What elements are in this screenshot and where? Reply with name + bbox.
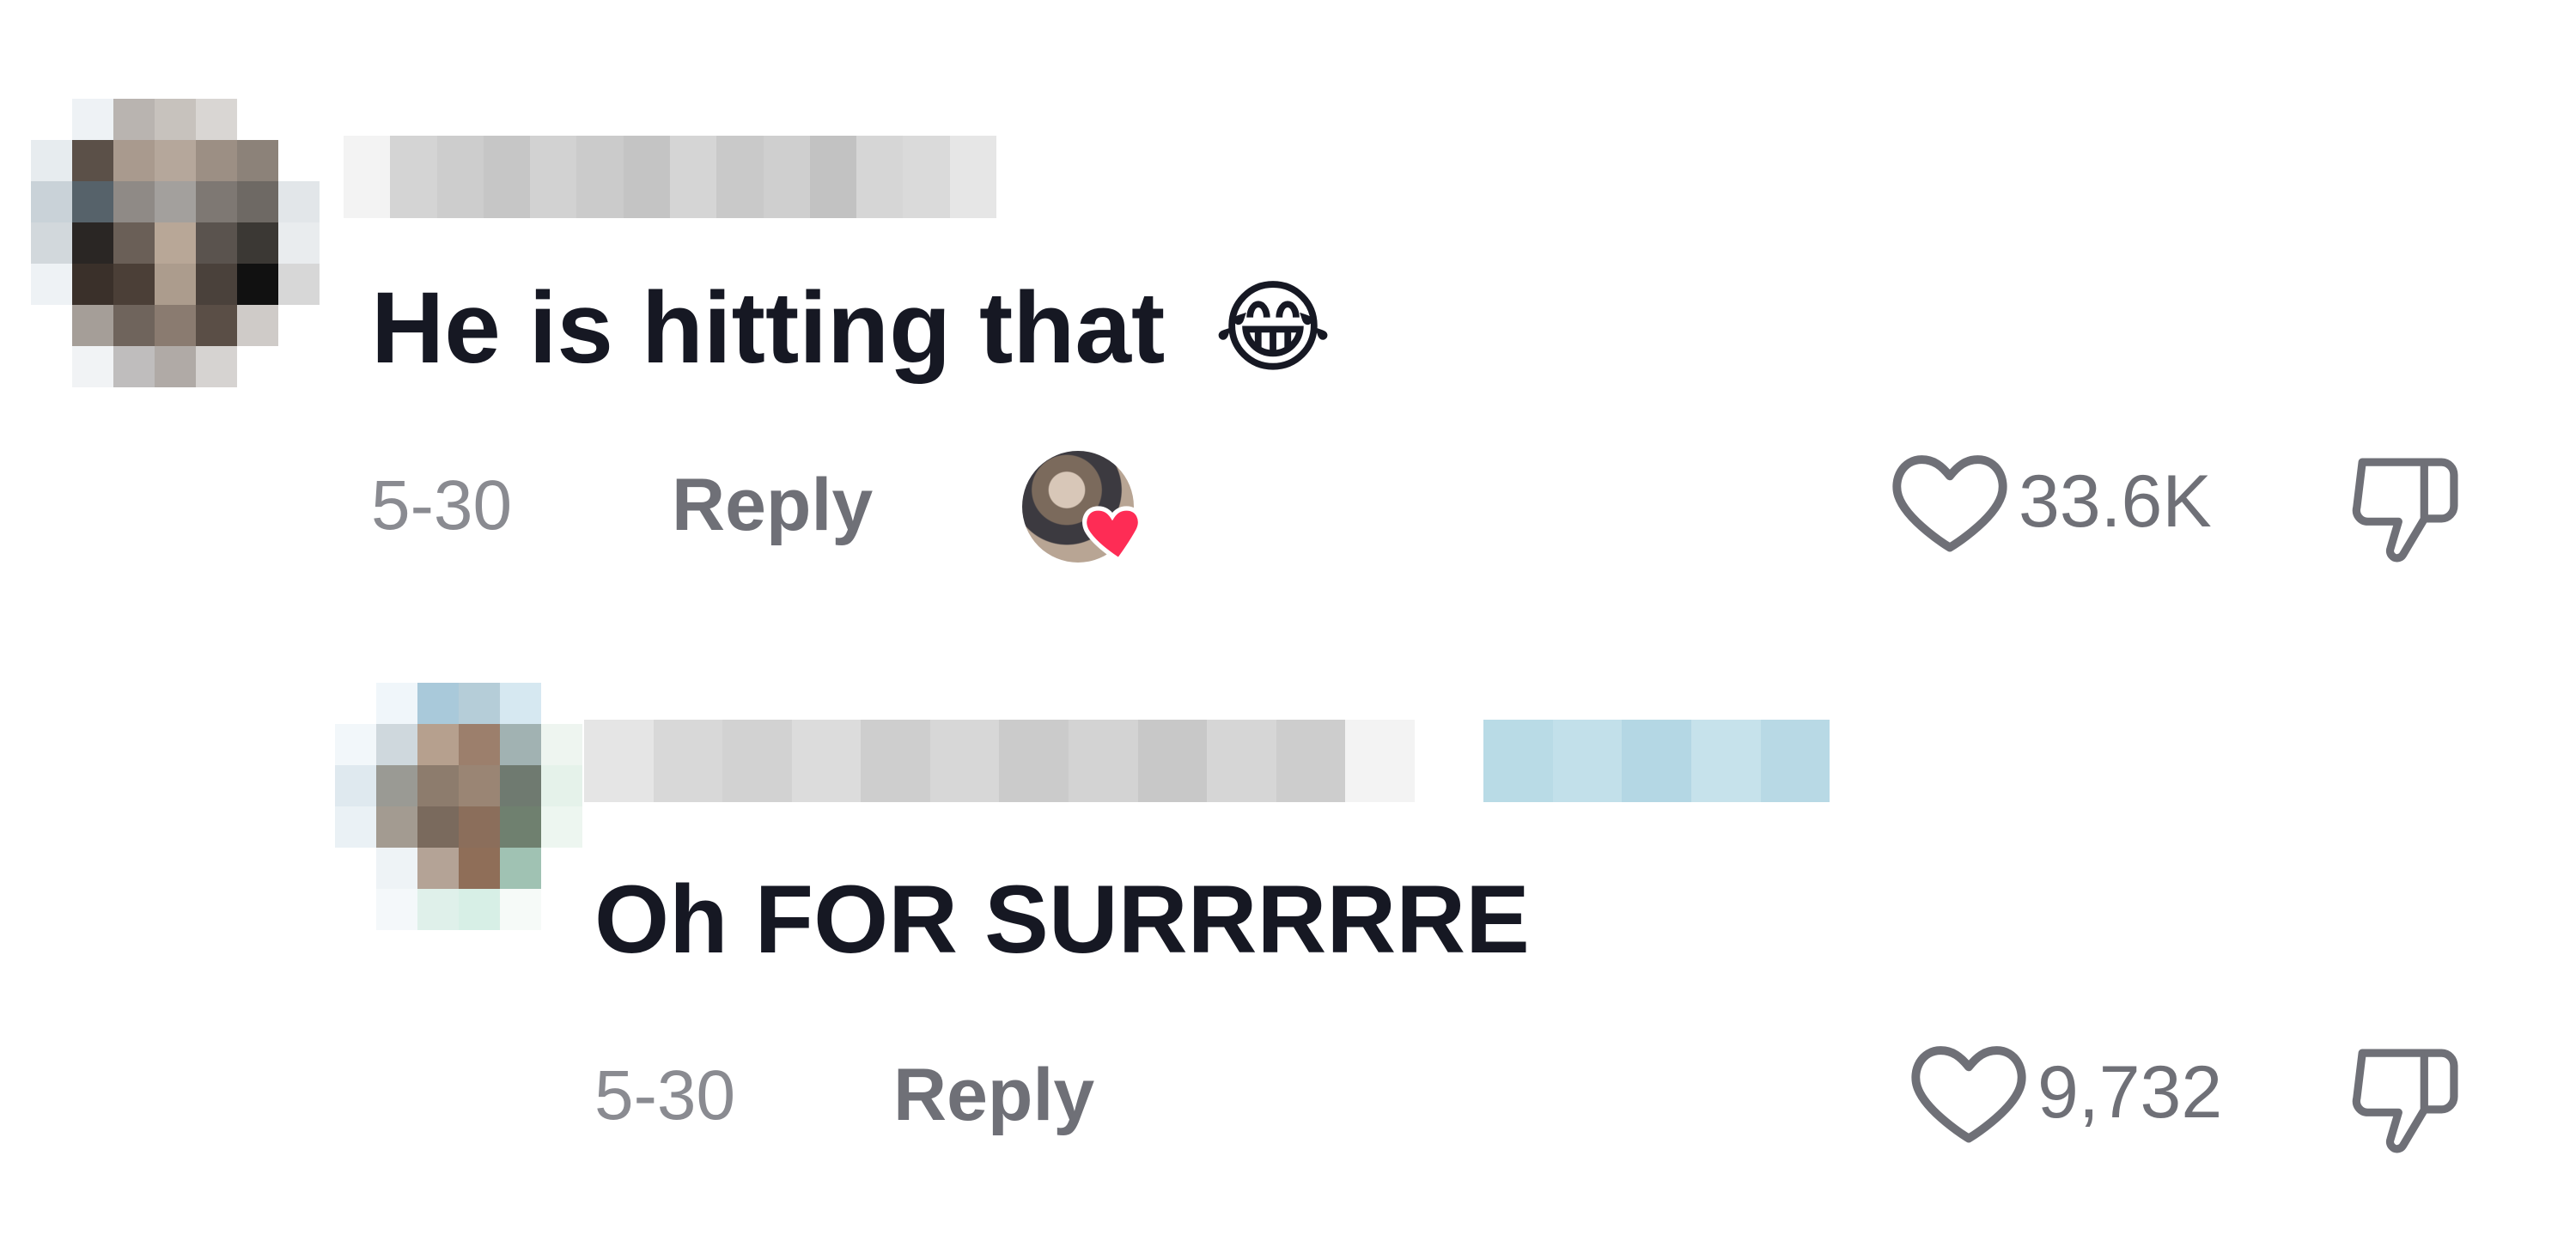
like-button[interactable]: 33.6K	[1890, 447, 2212, 557]
comment-text-content: He is hitting that	[371, 271, 1166, 385]
avatar[interactable]	[31, 99, 320, 387]
reply-button[interactable]: Reply	[672, 468, 873, 542]
heart-outline-icon	[1892, 455, 2007, 552]
avatar[interactable]	[335, 683, 582, 930]
comment-date: 5-30	[594, 1056, 736, 1134]
like-count: 9,732	[2037, 1051, 2223, 1134]
heart-filled-icon	[1082, 506, 1142, 563]
comment-text: He is hitting that 😂	[371, 277, 1332, 379]
laughing-emoji-icon: 😂	[1214, 271, 1332, 385]
heart-outline-icon	[1911, 1046, 2026, 1143]
thumbs-down-icon[interactable]	[2345, 1037, 2474, 1158]
reply-button[interactable]: Reply	[893, 1058, 1094, 1132]
like-button[interactable]: 9,732	[1909, 1037, 2222, 1147]
username[interactable]	[344, 136, 996, 218]
creator-liked-badge	[1022, 451, 1151, 580]
like-count: 33.6K	[2019, 460, 2212, 543]
thumbs-down-icon[interactable]	[2345, 447, 2474, 567]
comment-date: 5-30	[371, 466, 513, 544]
comment-text: Oh FOR SURRRRRE	[594, 866, 1530, 973]
username[interactable]	[584, 720, 1830, 802]
